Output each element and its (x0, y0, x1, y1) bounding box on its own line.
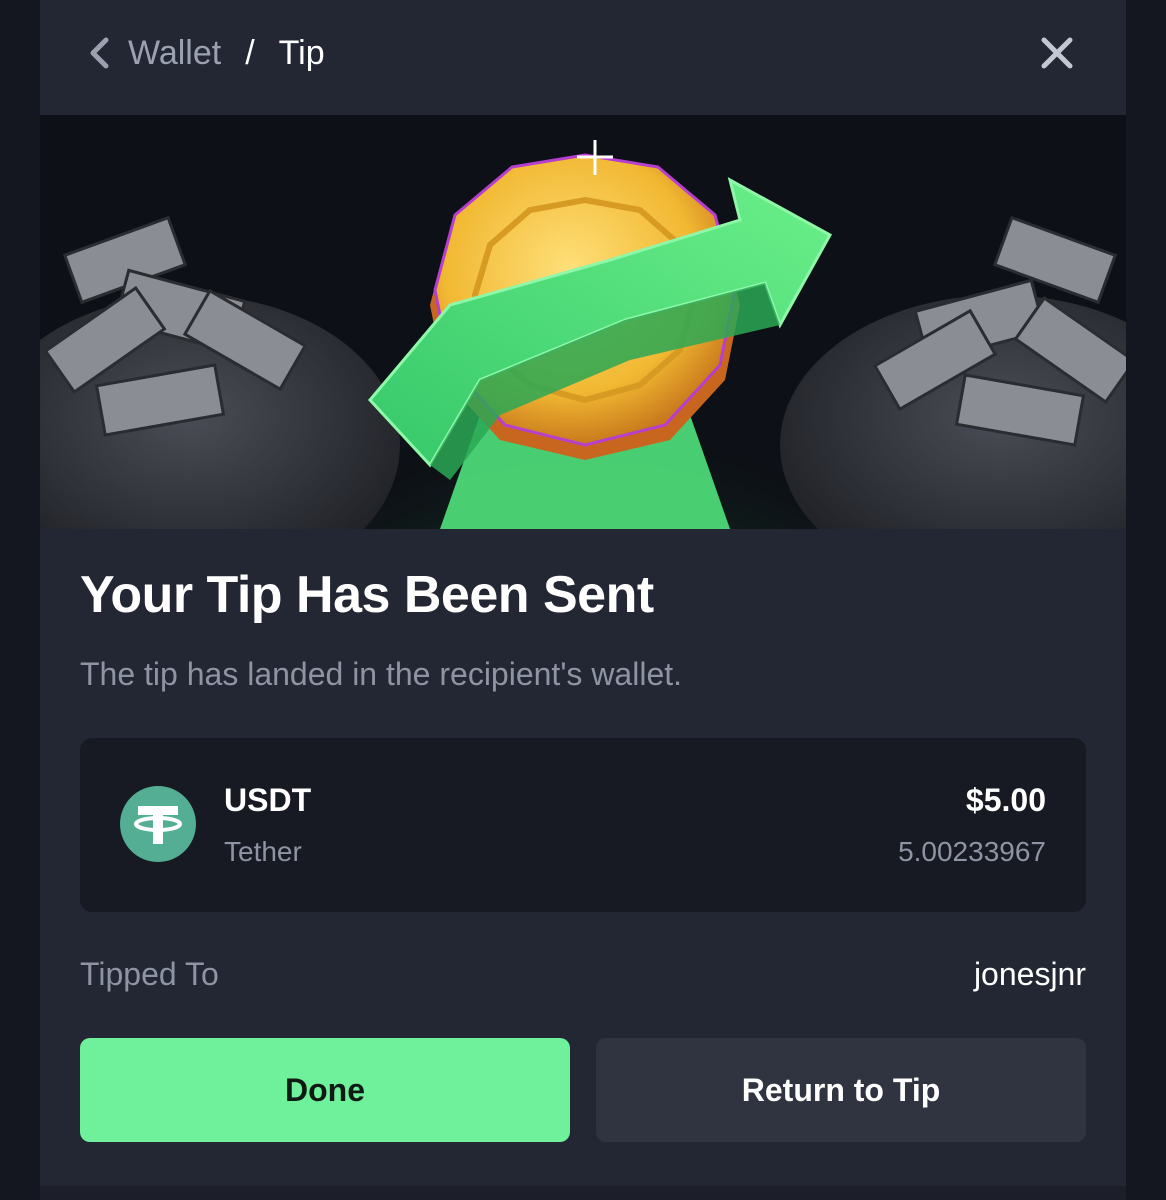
return-to-tip-button[interactable]: Return to Tip (596, 1038, 1086, 1142)
asset-name: Tether (224, 836, 302, 867)
page-title: Your Tip Has Been Sent (80, 566, 654, 624)
breadcrumb-separator: / (245, 33, 255, 72)
tip-success-modal: Wallet / Tip Your Tip Has Been Sent The … (40, 0, 1126, 1200)
tipped-to-recipient: jonesjnr (973, 956, 1086, 992)
breadcrumb: Wallet / Tip (88, 30, 325, 76)
asset-summary-card: USDT Tether $5.00 5.00233967 (80, 738, 1086, 912)
chevron-left-icon[interactable] (88, 33, 114, 73)
close-icon[interactable] (1038, 34, 1076, 72)
breadcrumb-current: Tip (278, 33, 325, 72)
page-subtitle: The tip has landed in the recipient's wa… (80, 656, 683, 692)
asset-usd-value: $5.00 (965, 782, 1046, 818)
modal-footer-divider (40, 1186, 1126, 1200)
breadcrumb-wallet-link[interactable]: Wallet (128, 34, 221, 73)
asset-symbol: USDT (224, 782, 312, 818)
done-button[interactable]: Done (80, 1038, 570, 1142)
modal-header: Wallet / Tip (40, 0, 1126, 115)
hero-illustration (40, 115, 1126, 529)
asset-amount: 5.00233967 (898, 836, 1046, 867)
tipped-to-label: Tipped To (80, 956, 219, 992)
tether-icon (120, 786, 196, 862)
